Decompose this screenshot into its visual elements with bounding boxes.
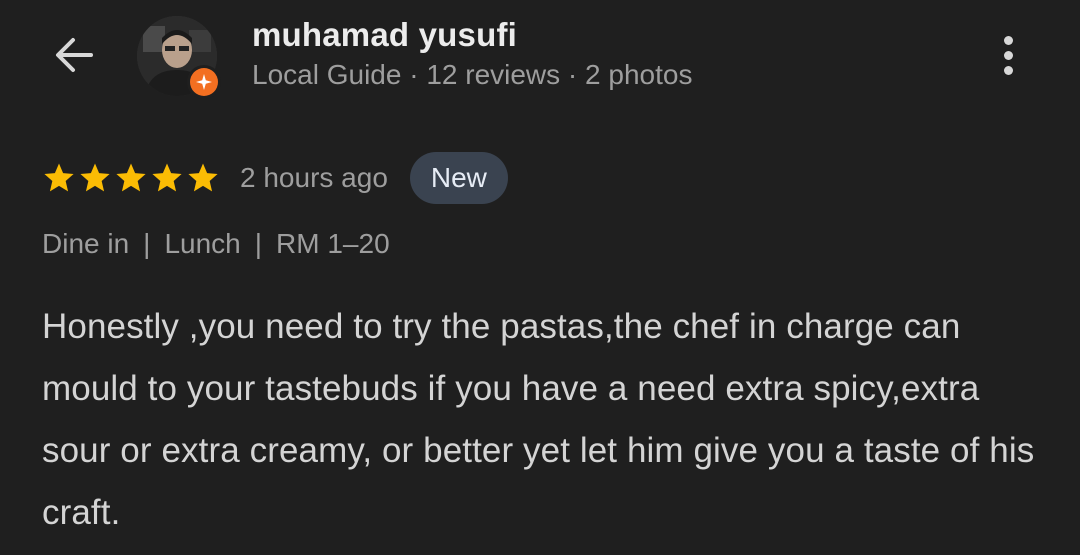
more-options-button[interactable] — [986, 30, 1030, 80]
avatar[interactable] — [137, 16, 221, 99]
back-button[interactable] — [46, 30, 102, 80]
review-body: Honestly ,you need to try the pastas,the… — [42, 307, 1035, 532]
tag-dine-mode: Dine in — [42, 228, 130, 259]
tag-meal: Lunch — [164, 228, 241, 259]
star-icon — [152, 163, 182, 192]
more-vertical-icon-dot — [1003, 65, 1013, 75]
star-icon — [188, 163, 218, 192]
review-time: 2 hours ago — [240, 162, 388, 193]
review-tags: Dine in | Lunch | RM 1–20 — [42, 228, 390, 260]
local-guide-star-icon — [196, 74, 212, 90]
local-guide-badge — [187, 65, 221, 99]
star-icon — [80, 163, 110, 192]
review-header: muhamad yusufi Local Guide · 12 reviews … — [0, 0, 1080, 120]
more-vertical-icon — [1003, 35, 1013, 45]
tag-separator: | — [143, 228, 151, 259]
rating-row: 2 hours ago New — [42, 152, 508, 204]
tag-price: RM 1–20 — [276, 228, 390, 259]
new-badge: New — [409, 152, 508, 204]
more-vertical-icon-dot — [1003, 50, 1013, 60]
star-icon — [116, 163, 146, 192]
arrow-left-icon — [56, 38, 93, 72]
star-icon — [44, 163, 74, 192]
star-rating — [42, 161, 220, 195]
reviewer-meta: Local Guide · 12 reviews · 2 photos — [252, 59, 693, 90]
reviewer-name[interactable]: muhamad yusufi — [252, 16, 517, 54]
badge-circle — [190, 68, 218, 96]
tag-separator: | — [254, 228, 263, 259]
